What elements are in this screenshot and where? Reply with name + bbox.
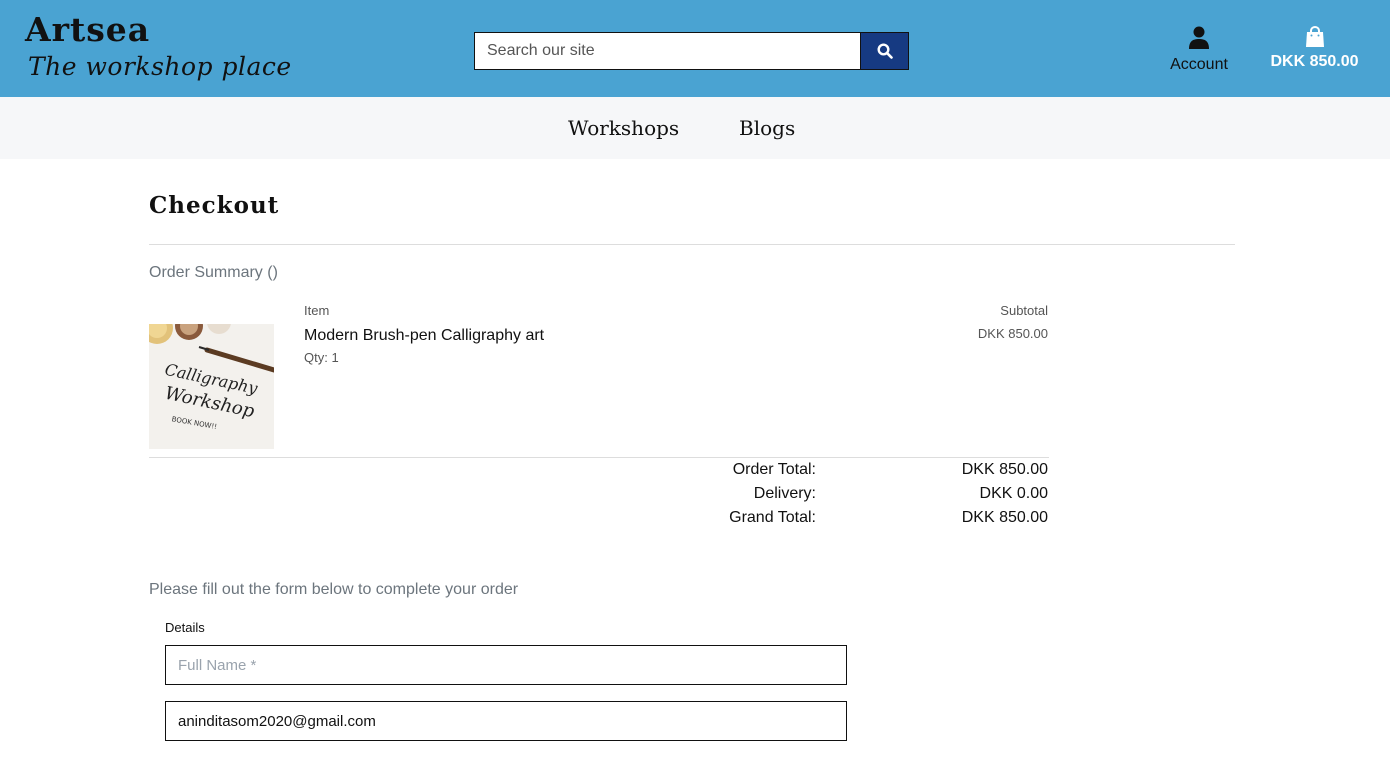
full-name-field[interactable]	[165, 645, 847, 685]
product-name: Modern Brush-pen Calligraphy art	[304, 327, 545, 344]
search-input[interactable]	[474, 32, 860, 70]
order-total-label: Order Total:	[732, 461, 816, 478]
order-total-value: DKK 850.00	[961, 461, 1048, 478]
account-label: Account	[1170, 56, 1228, 73]
product-qty: Qty: 1	[304, 350, 339, 365]
site-header: Artsea The workshop place Account DKK 85…	[0, 0, 1390, 97]
email-field[interactable]	[165, 701, 847, 741]
column-header-item: Item	[304, 303, 330, 318]
user-icon	[1189, 26, 1209, 49]
nav-item-workshops[interactable]: Workshops	[568, 116, 679, 140]
main-nav: Workshops Blogs	[0, 97, 1390, 159]
form-intro-text: Please fill out the form below to comple…	[149, 581, 519, 598]
delivery-label: Delivery:	[753, 485, 816, 502]
shopping-bag-link[interactable]: DKK 850.00	[1262, 26, 1367, 71]
account-link[interactable]: Account	[1160, 26, 1238, 74]
brand-tagline: The workshop place	[28, 52, 292, 81]
details-legend: Details	[165, 620, 205, 635]
column-header-subtotal: Subtotal	[1000, 303, 1048, 318]
product-image: Calligraphy Workshop BOOK NOW!!	[149, 324, 274, 449]
search-form	[474, 32, 909, 70]
search-icon	[876, 43, 893, 59]
grand-total-value: DKK 850.00	[961, 509, 1048, 526]
order-summary-heading: Order Summary ()	[149, 264, 278, 281]
shopping-bag-icon	[1305, 26, 1324, 47]
brand-logo-name[interactable]: Artsea	[25, 10, 150, 49]
page-title: Checkout	[149, 192, 280, 219]
grand-total-label: Grand Total:	[729, 509, 816, 526]
divider	[149, 457, 1049, 458]
nav-item-blogs[interactable]: Blogs	[739, 116, 795, 140]
product-subtotal: DKK 850.00	[977, 326, 1048, 341]
bag-total: DKK 850.00	[1270, 53, 1359, 70]
delivery-value: DKK 0.00	[979, 485, 1048, 502]
search-button[interactable]	[860, 32, 909, 70]
divider	[149, 244, 1235, 245]
